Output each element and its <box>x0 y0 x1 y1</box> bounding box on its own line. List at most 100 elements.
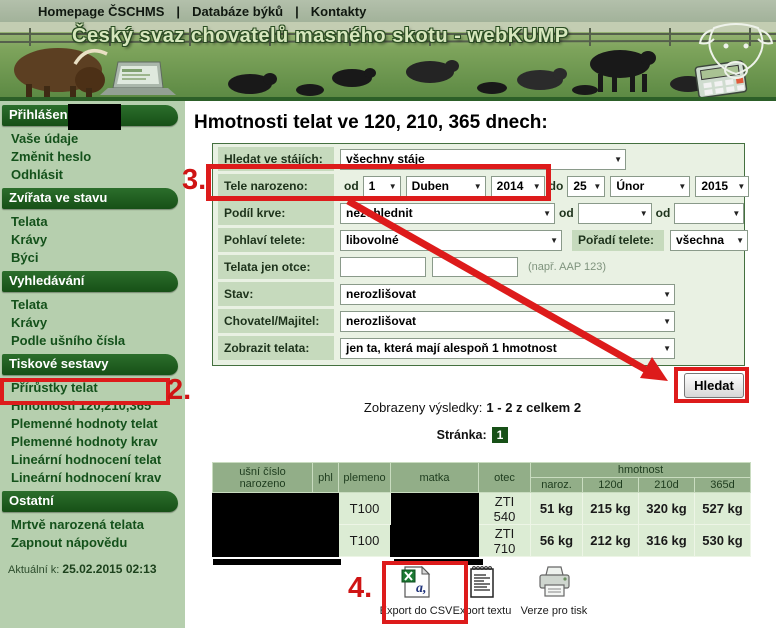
from-label: od <box>344 179 359 193</box>
sire-input-1[interactable] <box>340 257 426 277</box>
sidebar-item-calf-gains[interactable]: Přírůstky telat <box>0 379 185 397</box>
dropdown-arrow-icon: ▼ <box>533 182 541 191</box>
sire-hint: (např. AAP 123) <box>528 261 606 273</box>
sire-input-2[interactable] <box>432 257 518 277</box>
form-row-show: Zobrazit telata: jen ta, která mají ales… <box>218 336 744 360</box>
col-header-phl: phl <box>313 463 339 493</box>
born-label: Tele narozeno: <box>218 174 334 198</box>
blood-from-select[interactable]: ▼ <box>578 203 652 224</box>
print-version-label: Verze pro tisk <box>511 605 597 617</box>
sidebar-header-other: Ostatní <box>2 491 178 512</box>
stables-select[interactable]: všechny stáje ▼ <box>340 149 626 170</box>
weight-cell: 215 kg <box>583 493 639 525</box>
form-row-sire: Telata jen otce: (např. AAP 123) <box>218 255 744 279</box>
dropdown-arrow-icon: ▼ <box>736 236 744 245</box>
form-row-blood: Podíl krve: nezohlednit▼ od ▼ od ▼ <box>218 201 744 225</box>
sidebar-item-bulls[interactable]: Býci <box>0 249 185 267</box>
nav-separator: | <box>295 4 299 19</box>
weight-cell: 527 kg <box>695 493 751 525</box>
from-month-select[interactable]: Duben▼ <box>406 176 486 197</box>
nav-link-homepage[interactable]: Homepage ČSCHMS <box>38 4 164 19</box>
redacted-ear-number-cell <box>213 493 339 557</box>
sire-cell: ZTI 710 <box>479 525 531 557</box>
blood-from-label: od <box>559 206 574 220</box>
to-month-select[interactable]: Únor▼ <box>610 176 690 197</box>
sidebar-header-print-reports: Tiskové sestavy <box>2 354 178 375</box>
search-button[interactable]: Hledat <box>684 373 744 398</box>
sidebar-item-enable-help[interactable]: Zapnout nápovědu <box>0 534 185 552</box>
dropdown-arrow-icon: ▼ <box>678 182 686 191</box>
sidebar-item-calves[interactable]: Telata <box>0 213 185 231</box>
state-select[interactable]: nerozlišovat▼ <box>340 284 675 305</box>
redacted-dam-cell <box>391 493 479 557</box>
sex-select[interactable]: libovolné▼ <box>340 230 562 251</box>
sidebar-item-linear-scoring-calves[interactable]: Lineární hodnocení telat <box>0 451 185 469</box>
show-select[interactable]: jen ta, která mají alespoň 1 hmotnost▼ <box>340 338 675 359</box>
sidebar-item-search-cows[interactable]: Krávy <box>0 314 185 332</box>
parity-label: Pořadí telete: <box>572 230 664 251</box>
nav-separator: | <box>176 4 180 19</box>
export-csv-icon: a, <box>399 565 433 599</box>
nav-link-bull-database[interactable]: Databáze býků <box>192 4 283 19</box>
col-header-sire: otec <box>479 463 531 493</box>
header-banner: Český svaz chovatelů masného skotu - web… <box>0 22 776 97</box>
owner-select[interactable]: nerozlišovat▼ <box>340 311 675 332</box>
page-title: Hmotnosti telat ve 120, 210, 365 dnech: <box>194 112 548 134</box>
breed-cell: T100 <box>339 525 391 557</box>
blood-select[interactable]: nezohlednit▼ <box>340 203 555 224</box>
dropdown-arrow-icon: ▼ <box>550 236 558 245</box>
col-header-120d: 120d <box>583 478 639 493</box>
to-year-select[interactable]: 2015▼ <box>695 176 749 197</box>
redacted-username <box>68 104 121 130</box>
svg-text:a,: a, <box>416 581 427 596</box>
from-year-select[interactable]: 2014▼ <box>491 176 545 197</box>
sidebar-item-search-calves[interactable]: Telata <box>0 296 185 314</box>
dropdown-arrow-icon: ▼ <box>614 155 622 164</box>
dropdown-arrow-icon: ▼ <box>732 209 740 218</box>
sidebar-item-your-data[interactable]: Vaše údaje <box>0 130 185 148</box>
sidebar-header-logged-in: Přihlášen: <box>2 105 178 126</box>
search-form: Hledat ve stájích: všechny stáje ▼ Tele … <box>212 143 745 366</box>
parity-select[interactable]: všechna▼ <box>670 230 748 251</box>
nav-link-contacts[interactable]: Kontakty <box>311 4 367 19</box>
form-row-owner: Chovatel/Majitel: nerozlišovat▼ <box>218 309 744 333</box>
col-header-weight: hmotnost <box>531 463 751 478</box>
dropdown-arrow-icon: ▼ <box>593 182 601 191</box>
sidebar-item-by-ear-number[interactable]: Podle ušního čísla <box>0 332 185 350</box>
sidebar-item-weights-120-210-365[interactable]: Hmotnosti 120,210,365 <box>0 397 185 415</box>
dropdown-arrow-icon: ▼ <box>474 182 482 191</box>
sidebar-item-stillborn-calves[interactable]: Mrtvě narozená telata <box>0 516 185 534</box>
from-day-select[interactable]: 1▼ <box>363 176 401 197</box>
dropdown-arrow-icon: ▼ <box>389 182 397 191</box>
data-updated-timestamp: Aktuální k: 25.02.2015 02:13 <box>0 556 185 576</box>
dropdown-arrow-icon: ▼ <box>640 209 648 218</box>
sidebar-item-cows[interactable]: Krávy <box>0 231 185 249</box>
sidebar-item-breeding-values-calves[interactable]: Plemenné hodnoty telat <box>0 415 185 433</box>
sidebar-item-breeding-values-cows[interactable]: Plemenné hodnoty krav <box>0 433 185 451</box>
weight-cell: 316 kg <box>639 525 695 557</box>
blood-label: Podíl krve: <box>218 201 334 225</box>
sidebar-header-search: Vyhledávání <box>2 271 178 292</box>
sidebar: Přihlášen: Vaše údaje Změnit heslo Odhlá… <box>0 101 185 628</box>
dropdown-arrow-icon: ▼ <box>663 317 671 326</box>
to-day-select[interactable]: 25▼ <box>567 176 605 197</box>
site-title: Český svaz chovatelů masného skotu - web… <box>72 25 712 48</box>
to-label: do <box>549 179 564 193</box>
print-version-action[interactable]: Verze pro tisk <box>511 565 597 617</box>
state-label: Stav: <box>218 282 334 306</box>
sidebar-item-linear-scoring-cows[interactable]: Lineární hodnocení krav <box>0 469 185 487</box>
weight-cell: 212 kg <box>583 525 639 557</box>
sidebar-item-change-password[interactable]: Změnit heslo <box>0 148 185 166</box>
owner-label: Chovatel/Majitel: <box>218 309 334 333</box>
export-text-icon <box>467 565 497 599</box>
form-row-stables: Hledat ve stájích: všechny stáje ▼ <box>218 147 744 171</box>
sire-label: Telata jen otce: <box>218 255 334 279</box>
page-number[interactable]: 1 <box>492 427 509 443</box>
col-header-breed: plemeno <box>339 463 391 493</box>
blood-to-label: od <box>656 206 671 220</box>
export-text-action[interactable]: Export textu <box>445 565 519 617</box>
sidebar-item-logout[interactable]: Odhlásit <box>0 166 185 184</box>
blood-to-select[interactable]: ▼ <box>674 203 744 224</box>
col-header-birth-weight: naroz. <box>531 478 583 493</box>
sire-cell: ZTI 540 <box>479 493 531 525</box>
